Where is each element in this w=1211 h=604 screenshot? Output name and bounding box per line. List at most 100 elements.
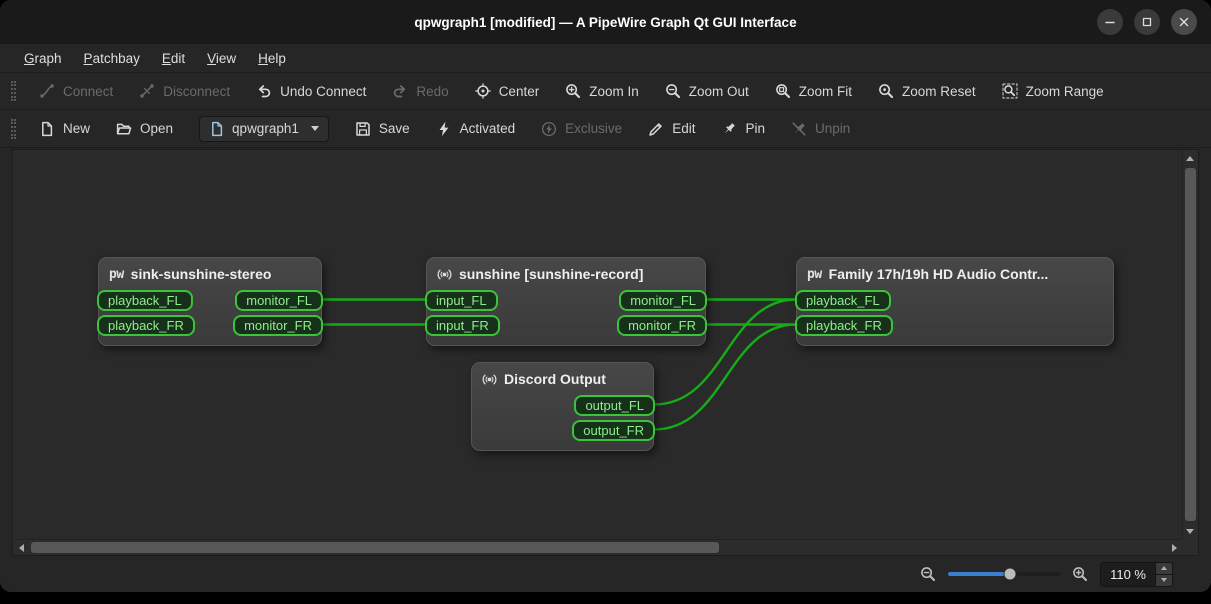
- edit-label: Edit: [672, 121, 695, 136]
- scroll-up-button[interactable]: [1182, 150, 1198, 166]
- center-button[interactable]: Center: [465, 78, 550, 104]
- maximize-icon: [1139, 14, 1155, 30]
- center-label: Center: [499, 84, 540, 99]
- menu-patchbay[interactable]: Patchbay: [73, 44, 151, 72]
- menu-graph[interactable]: Graph: [13, 44, 73, 72]
- scroll-down-button[interactable]: [1182, 523, 1198, 539]
- scroll-right-button[interactable]: [1166, 540, 1182, 556]
- patchbay-toolbar: New Open qpwgraph1 Save Activated Exclus…: [0, 110, 1211, 148]
- zoom-range-icon: [1002, 83, 1018, 99]
- unpin-label: Unpin: [815, 121, 850, 136]
- node-sink-sunshine-stereo[interactable]: pw sink-sunshine-stereo playback_FL play…: [98, 257, 322, 346]
- close-icon: [1176, 14, 1192, 30]
- toolbar-drag-handle[interactable]: [11, 119, 16, 139]
- patchbay-profile-combo[interactable]: qpwgraph1: [199, 116, 329, 142]
- activated-label: Activated: [460, 121, 516, 136]
- menu-view[interactable]: View: [196, 44, 247, 72]
- graph-canvas[interactable]: pw sink-sunshine-stereo playback_FL play…: [13, 150, 1182, 539]
- zoom-in-button[interactable]: Zoom In: [555, 78, 649, 104]
- new-button[interactable]: New: [29, 116, 100, 142]
- zoom-slider-handle[interactable]: [1003, 568, 1016, 581]
- exclusive-label: Exclusive: [565, 121, 622, 136]
- minimize-icon: [1102, 14, 1118, 30]
- minimize-button[interactable]: [1097, 9, 1123, 35]
- sunshine-monitor-fl-port[interactable]: monitor_FL: [619, 290, 707, 311]
- zoom-range-button[interactable]: Zoom Range: [992, 78, 1114, 104]
- zoom-in-icon: [565, 83, 581, 99]
- unpin-button[interactable]: Unpin: [781, 116, 860, 142]
- connect-button[interactable]: Connect: [29, 78, 123, 104]
- graph-workspace: pw sink-sunshine-stereo playback_FL play…: [12, 149, 1199, 556]
- zoom-slider-fill: [948, 572, 1010, 576]
- zoom-percent-value[interactable]: 110 %: [1101, 563, 1155, 586]
- toolbar-drag-handle[interactable]: [11, 81, 16, 101]
- zoom-fit-button[interactable]: Zoom Fit: [765, 78, 862, 104]
- zoom-slider[interactable]: [948, 572, 1060, 576]
- horizontal-scroll-thumb[interactable]: [31, 542, 719, 553]
- record-icon: [437, 267, 452, 282]
- discord-output-fr-port[interactable]: output_FR: [572, 420, 655, 441]
- node-title: sink-sunshine-stereo: [131, 266, 272, 282]
- disconnect-label: Disconnect: [163, 84, 230, 99]
- sink-playback-fl-port[interactable]: playback_FL: [97, 290, 193, 311]
- node-header: sunshine [sunshine-record]: [427, 258, 705, 288]
- activated-button[interactable]: Activated: [426, 116, 526, 142]
- activated-bolt-icon: [436, 121, 452, 137]
- spin-up-button[interactable]: [1156, 563, 1172, 574]
- horizontal-scrollbar[interactable]: [13, 539, 1182, 555]
- node-header: pw sink-sunshine-stereo: [99, 258, 321, 288]
- open-button[interactable]: Open: [106, 116, 183, 142]
- arrow-right-icon: [1172, 544, 1177, 552]
- edit-button[interactable]: Edit: [638, 116, 705, 142]
- sink-monitor-fr-port[interactable]: monitor_FR: [233, 315, 323, 336]
- close-button[interactable]: [1171, 9, 1197, 35]
- pin-button[interactable]: Pin: [711, 116, 775, 142]
- discord-output-fl-port[interactable]: output_FL: [574, 395, 655, 416]
- family-playback-fr-port[interactable]: playback_FR: [795, 315, 893, 336]
- statusbar: 110 %: [0, 556, 1211, 592]
- node-family-hd-audio[interactable]: pw Family 17h/19h HD Audio Contr... play…: [796, 257, 1114, 346]
- scroll-left-button[interactable]: [13, 540, 29, 556]
- node-ports: output_FL output_FR: [472, 393, 653, 450]
- zoom-percent-spinbox[interactable]: 110 %: [1100, 562, 1173, 587]
- vertical-scroll-thumb[interactable]: [1185, 168, 1196, 521]
- arrow-down-icon: [1186, 529, 1194, 534]
- zoom-reset-button[interactable]: Zoom Reset: [868, 78, 986, 104]
- node-discord-output[interactable]: Discord Output output_FL output_FR: [471, 362, 654, 451]
- zoom-out-icon: [665, 83, 681, 99]
- pin-label: Pin: [745, 121, 765, 136]
- undo-connect-label: Undo Connect: [280, 84, 366, 99]
- zoom-fit-label: Zoom Fit: [799, 84, 852, 99]
- node-sunshine[interactable]: sunshine [sunshine-record] input_FL inpu…: [426, 257, 706, 346]
- node-ports: playback_FL playback_FR monitor_FL monit…: [99, 288, 321, 345]
- zoom-in-label: Zoom In: [589, 84, 639, 99]
- record-icon: [482, 372, 497, 387]
- patchbay-file-icon: [209, 121, 225, 137]
- disconnect-button[interactable]: Disconnect: [129, 78, 240, 104]
- save-button[interactable]: Save: [345, 116, 420, 142]
- family-playback-fl-port[interactable]: playback_FL: [795, 290, 891, 311]
- spin-buttons: [1155, 563, 1172, 586]
- zoom-out-button[interactable]: Zoom Out: [655, 78, 759, 104]
- menu-help[interactable]: Help: [247, 44, 297, 72]
- arrow-left-icon: [19, 544, 24, 552]
- sink-monitor-fl-port[interactable]: monitor_FL: [235, 290, 323, 311]
- zoom-out-label: Zoom Out: [689, 84, 749, 99]
- open-folder-icon: [116, 121, 132, 137]
- sunshine-monitor-fr-port[interactable]: monitor_FR: [617, 315, 707, 336]
- node-header: Discord Output: [472, 363, 653, 393]
- zoom-fit-icon: [775, 83, 791, 99]
- titlebar[interactable]: qpwgraph1 [modified] — A PipeWire Graph …: [0, 0, 1211, 44]
- scrollbar-corner: [1182, 539, 1198, 555]
- sunshine-input-fl-port[interactable]: input_FL: [425, 290, 498, 311]
- maximize-button[interactable]: [1134, 9, 1160, 35]
- redo-button[interactable]: Redo: [382, 78, 458, 104]
- exclusive-button[interactable]: Exclusive: [531, 116, 632, 142]
- sink-playback-fr-port[interactable]: playback_FR: [97, 315, 195, 336]
- vertical-scrollbar[interactable]: [1182, 150, 1198, 539]
- spin-down-button[interactable]: [1156, 574, 1172, 586]
- menu-edit[interactable]: Edit: [151, 44, 196, 72]
- undo-connect-button[interactable]: Undo Connect: [246, 78, 376, 104]
- zoom-range-label: Zoom Range: [1026, 84, 1104, 99]
- sunshine-input-fr-port[interactable]: input_FR: [425, 315, 500, 336]
